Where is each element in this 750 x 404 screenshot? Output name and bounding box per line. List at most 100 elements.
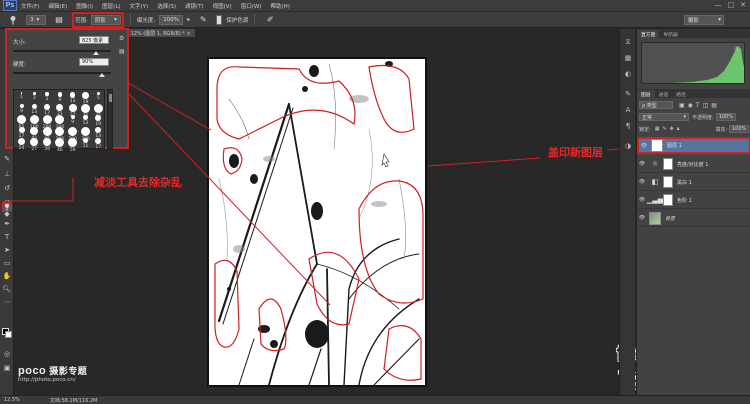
- document-canvas[interactable]: [207, 57, 427, 387]
- path-selection-tool-icon[interactable]: ➤: [2, 245, 12, 255]
- brush-preset-grid[interactable]: 1359131959131721273545651002003009131917…: [13, 89, 105, 153]
- layer-row-bw[interactable]: 👁︎ ◧ 黑白 1: [637, 174, 750, 191]
- menu-select[interactable]: 选择(S): [157, 2, 176, 10]
- close-button[interactable]: ✕: [740, 1, 746, 9]
- menu-help[interactable]: 帮助(H): [270, 2, 289, 10]
- zoom-tool-icon[interactable]: 🔍︎: [2, 284, 12, 294]
- layer-row-background[interactable]: 👁︎ 背景: [637, 210, 750, 227]
- range-select[interactable]: 阴影 ▾: [90, 14, 121, 25]
- screen-mode-icon[interactable]: ▣: [2, 363, 12, 373]
- brush-preset-item[interactable]: 39: [42, 138, 53, 152]
- protect-tone-checkbox[interactable]: [216, 14, 223, 25]
- brush-preset-item[interactable]: 24: [16, 138, 27, 151]
- fill-input[interactable]: 100%: [729, 125, 749, 133]
- tab-layers[interactable]: 图层: [637, 90, 655, 98]
- clone-stamp-tool-icon[interactable]: ⊥: [2, 169, 12, 179]
- tab-channels[interactable]: 通道: [655, 90, 673, 98]
- maximize-button[interactable]: □: [728, 1, 735, 9]
- rectangle-tool-icon[interactable]: ▭: [2, 258, 12, 268]
- brush-preset-item[interactable]: 17: [16, 126, 27, 139]
- tab-paths[interactable]: 路径: [672, 90, 690, 98]
- chevron-right-icon[interactable]: ▸: [187, 16, 190, 23]
- menu-image[interactable]: 图像(I): [76, 2, 93, 10]
- pressure-size-icon[interactable]: ✐: [261, 14, 279, 26]
- eye-icon[interactable]: 👁︎: [637, 179, 647, 185]
- airbrush-icon[interactable]: ✎: [194, 14, 212, 26]
- brush-preset-item[interactable]: 19: [93, 115, 104, 127]
- brush-preset-item[interactable]: 14: [93, 126, 104, 139]
- type-tool-icon[interactable]: T: [2, 232, 12, 242]
- brush-preset-item[interactable]: 9: [16, 103, 27, 114]
- menu-window[interactable]: 窗口(W): [241, 2, 262, 10]
- character-icon[interactable]: A: [623, 105, 633, 115]
- layer-row-brightness[interactable]: 👁︎ ☼ 亮度/对比度 1: [637, 156, 750, 173]
- brush-preset-item[interactable]: 17: [42, 103, 53, 116]
- layer-kind-filter[interactable]: ρ 类型: [639, 101, 673, 109]
- warning-icon[interactable]: ⚠: [734, 46, 740, 52]
- menu-file[interactable]: 文件(F): [21, 2, 39, 10]
- brush-size-slider-handle[interactable]: [93, 51, 99, 55]
- minimize-button[interactable]: —: [715, 1, 722, 9]
- background-color-swatch[interactable]: [5, 331, 12, 338]
- more-tools-icon[interactable]: ⋯: [2, 297, 12, 307]
- brush-hardness-input[interactable]: 90%: [79, 58, 109, 66]
- brush-hardness-slider-handle[interactable]: [99, 73, 105, 77]
- eye-icon[interactable]: 👁︎: [637, 197, 647, 203]
- brush-preset-item[interactable]: 17: [93, 138, 104, 150]
- color-icon[interactable]: ◑: [623, 141, 633, 151]
- history-icon[interactable]: ⧖: [623, 37, 633, 47]
- pen-tool-icon[interactable]: ✒: [2, 219, 12, 229]
- brush-preset-item[interactable]: 59: [67, 138, 78, 153]
- brush-preset-item[interactable]: 9: [54, 92, 65, 103]
- brush-preset-item[interactable]: 1: [16, 92, 27, 100]
- exposure-input[interactable]: 100%: [159, 14, 184, 25]
- brush-preset-item[interactable]: 5: [42, 92, 53, 102]
- brush-preset-item[interactable]: 9: [67, 115, 78, 125]
- blend-mode-select[interactable]: 正常 ▾: [639, 113, 689, 121]
- brush-preset-item[interactable]: 5: [93, 92, 104, 101]
- brush-preset-scrollbar[interactable]: [107, 89, 113, 149]
- new-preset-icon[interactable]: ▤: [119, 48, 125, 55]
- brush-tool-icon[interactable]: ✎: [2, 154, 12, 164]
- layer-row-levels[interactable]: 👁︎ ▁▃▅ 色阶 1: [637, 192, 750, 209]
- opacity-input[interactable]: 100%: [715, 113, 736, 121]
- eye-icon[interactable]: 👁︎: [637, 161, 647, 167]
- dodge-tool-preset-icon[interactable]: [4, 14, 22, 26]
- document-size[interactable]: 文档:58.1M/116.2M: [50, 397, 97, 404]
- filter-icons[interactable]: ▣◉T◫▤: [679, 102, 720, 109]
- brush-preset-item[interactable]: 27: [29, 138, 40, 152]
- tab-navigator[interactable]: 导航器: [659, 30, 681, 38]
- hand-tool-icon[interactable]: ✋: [2, 271, 12, 281]
- menu-type[interactable]: 文字(Y): [130, 2, 149, 10]
- menu-edit[interactable]: 编辑(E): [48, 2, 67, 10]
- adjustments-icon[interactable]: ◐: [623, 69, 633, 79]
- zoom-level[interactable]: 12.5%: [4, 397, 20, 403]
- brush-size-picker[interactable]: 3 ▾: [26, 14, 46, 25]
- brush-preset-item[interactable]: 13: [67, 92, 78, 104]
- lock-icons[interactable]: ▦✎✥🔒︎: [655, 126, 683, 132]
- scrollbar-thumb[interactable]: [109, 94, 112, 102]
- menu-view[interactable]: 视图(V): [213, 2, 232, 10]
- brush-preset-item[interactable]: 3: [29, 92, 40, 101]
- quick-mask-icon[interactable]: ◎: [2, 349, 12, 359]
- menu-filter[interactable]: 滤镜(T): [185, 2, 204, 10]
- paragraph-icon[interactable]: ¶: [623, 121, 633, 131]
- layer-row-layer1[interactable]: 👁︎ 图层 1: [637, 137, 750, 154]
- menu-layer[interactable]: 图层(L): [102, 2, 120, 10]
- tab-histogram[interactable]: 直方图: [637, 30, 660, 38]
- eye-icon[interactable]: 👁︎: [637, 215, 647, 221]
- brush-size-input[interactable]: 825 像素: [79, 36, 109, 44]
- history-brush-tool-icon[interactable]: ↺: [2, 183, 12, 193]
- eye-icon[interactable]: 👁︎: [639, 143, 649, 149]
- brush-panel-toggle-icon[interactable]: ▤: [50, 14, 68, 26]
- properties-icon[interactable]: ▦: [623, 53, 633, 63]
- brush-preset-item[interactable]: 13: [29, 103, 40, 115]
- brush-hardness-slider[interactable]: [13, 72, 111, 74]
- gear-icon[interactable]: ⚙: [119, 35, 124, 42]
- brush-preset-item[interactable]: 13: [80, 115, 91, 126]
- workspace-select[interactable]: 摄影 ▾: [684, 15, 724, 25]
- brush-preset-item[interactable]: 11: [80, 138, 91, 149]
- document-tab[interactable]: @ 12% (图层 1, RGB/8) * ×: [120, 29, 195, 37]
- dodge-tool-icon[interactable]: [2, 202, 12, 212]
- brush-preset-item[interactable]: 46: [54, 138, 65, 153]
